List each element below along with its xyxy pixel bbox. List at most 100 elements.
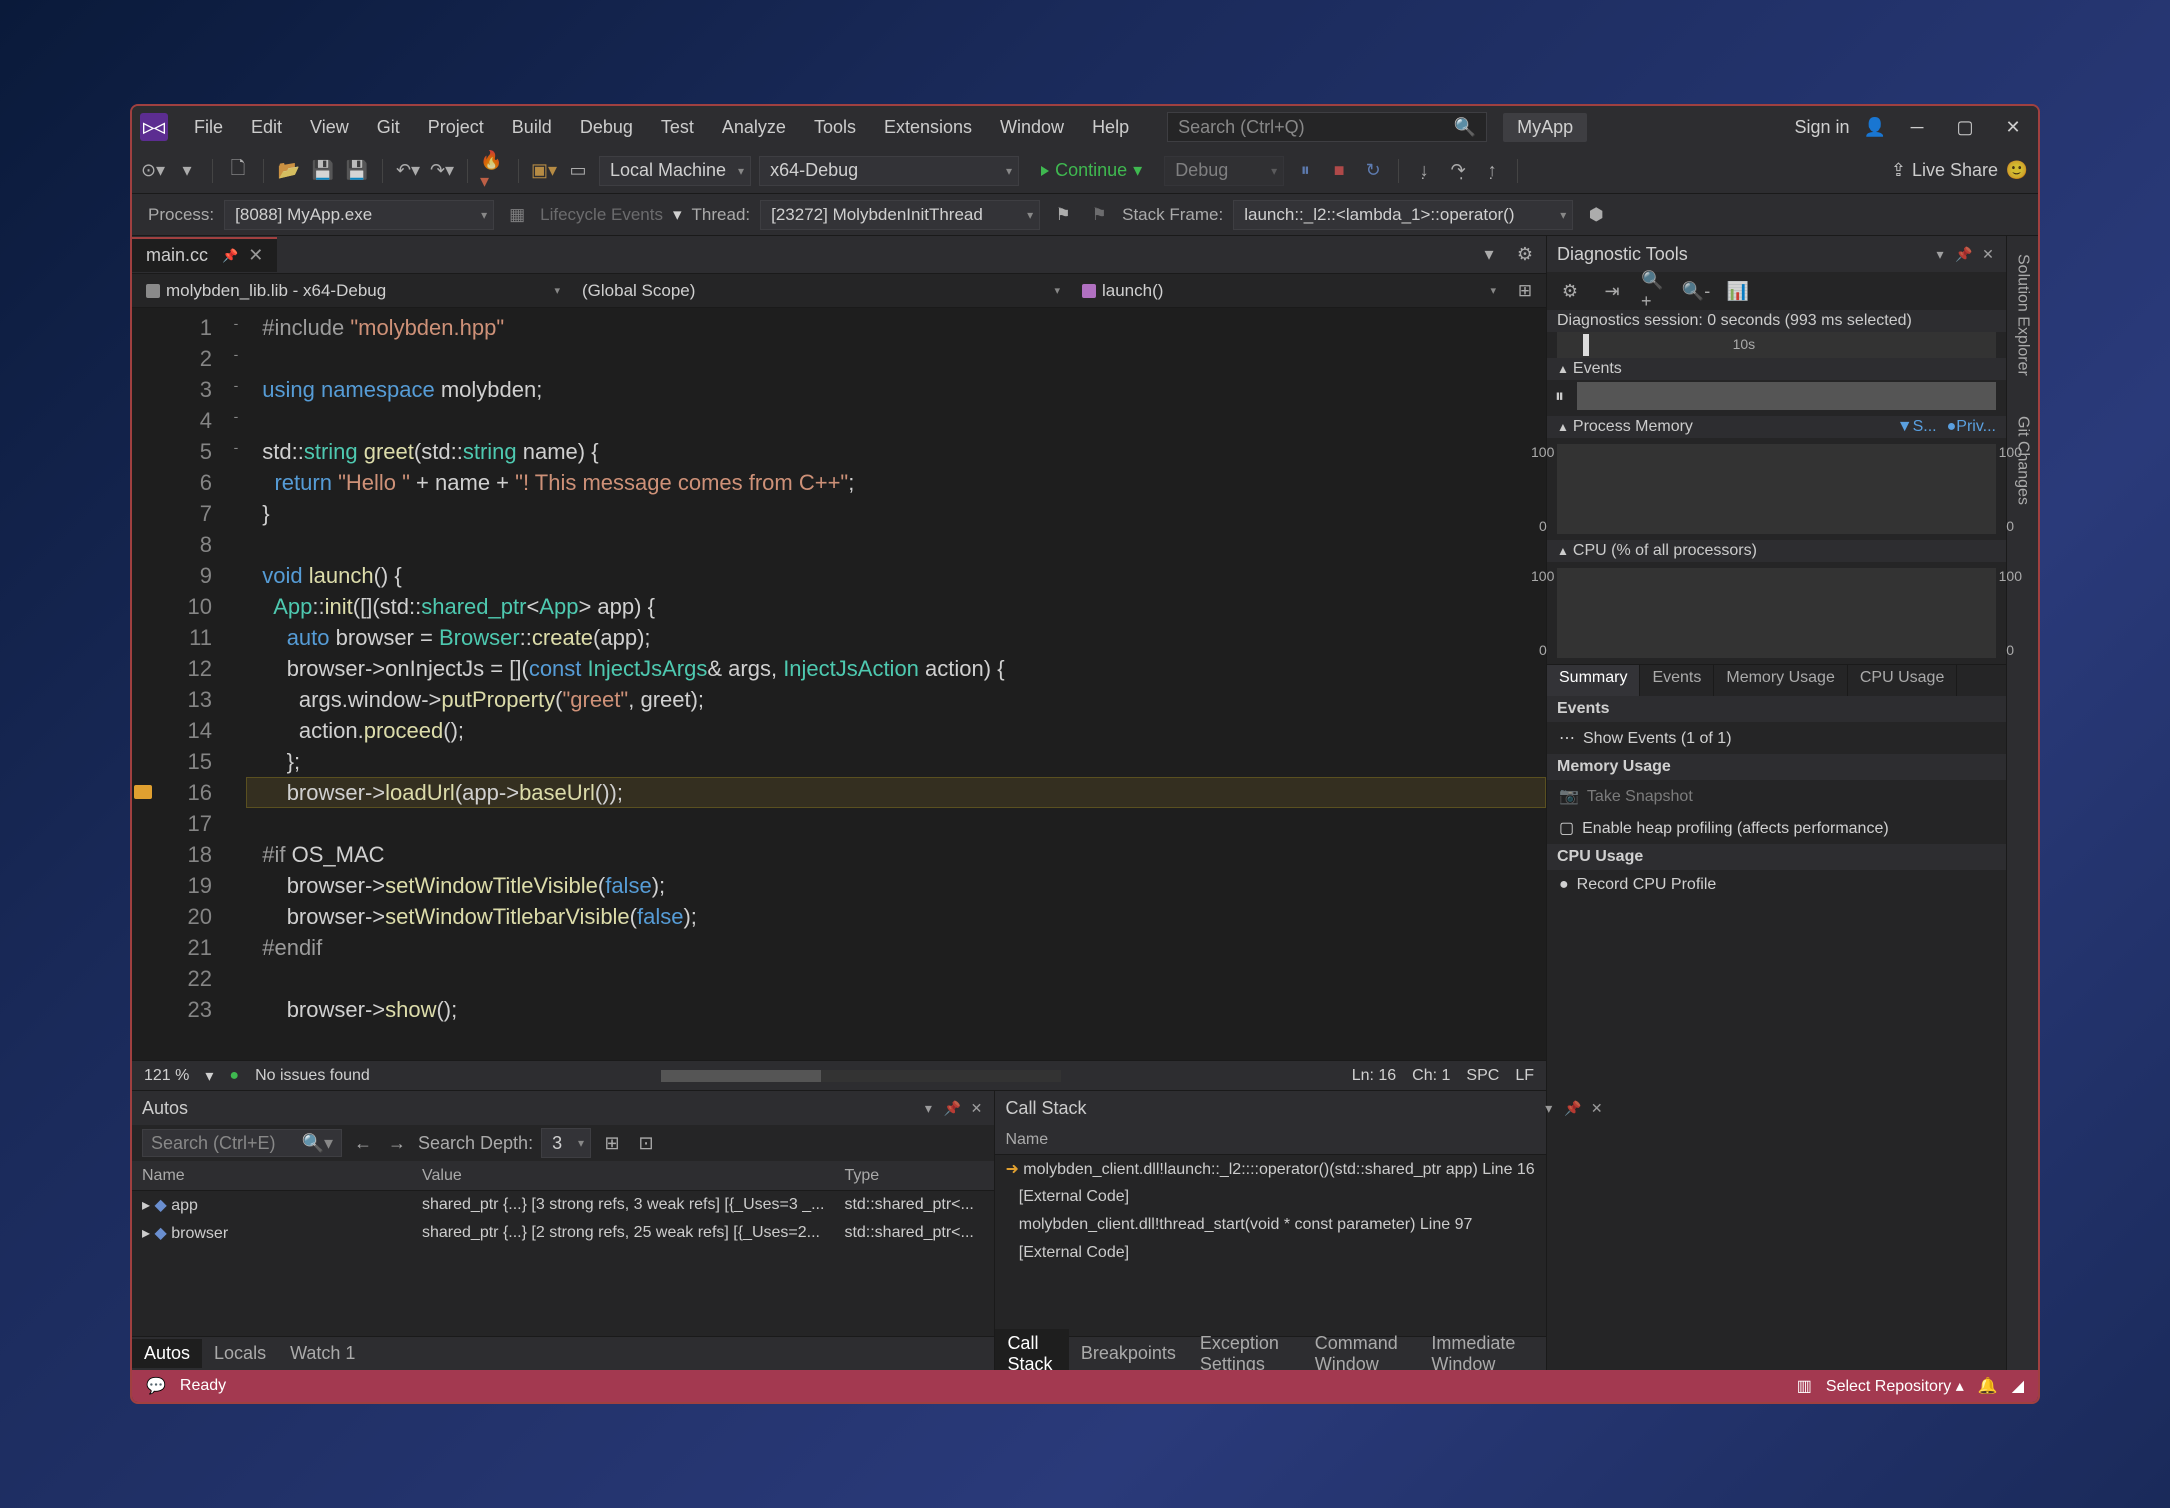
diag-tab-memory-usage[interactable]: Memory Usage bbox=[1714, 665, 1847, 696]
diag-tab-summary[interactable]: Summary bbox=[1547, 665, 1640, 696]
show-events-link[interactable]: ⋯Show Events (1 of 1) bbox=[1547, 722, 2006, 754]
step-over-button[interactable]: ↷̣ bbox=[1445, 158, 1471, 184]
callstack-row[interactable]: [External Code] bbox=[995, 1239, 1614, 1267]
callstack-row[interactable]: [External Code] bbox=[995, 1183, 1614, 1211]
config-combo[interactable]: x64-Debug bbox=[759, 156, 1019, 186]
callstack-row[interactable]: molybden_client.dll!thread_start(void * … bbox=[995, 1211, 1614, 1239]
launch-target-combo[interactable]: Local Machine bbox=[599, 156, 751, 186]
live-share-button[interactable]: Live Share bbox=[1912, 160, 1998, 181]
stop-button[interactable]: ■ bbox=[1326, 158, 1352, 184]
diag-events-label[interactable]: Events bbox=[1573, 360, 1622, 378]
lifecycle-icon[interactable]: ▦ bbox=[504, 202, 530, 228]
menu-tools[interactable]: Tools bbox=[800, 111, 870, 144]
record-cpu-button[interactable]: ●Record CPU Profile bbox=[1547, 870, 2006, 900]
diag-zoom-out-icon[interactable]: 🔍- bbox=[1683, 278, 1709, 304]
user-icon[interactable]: 👤 bbox=[1864, 117, 1886, 138]
panel-dropdown-icon[interactable]: ▾ bbox=[1932, 246, 1948, 262]
bottom-tab-breakpoints[interactable]: Breakpoints bbox=[1069, 1339, 1188, 1368]
split-editor-icon[interactable]: ⊞ bbox=[1512, 278, 1538, 304]
take-snapshot-button[interactable]: 📷Take Snapshot bbox=[1547, 780, 2006, 812]
nav-back-button[interactable]: ⊙▾ bbox=[140, 158, 166, 184]
function-context-combo[interactable]: launch() bbox=[1076, 281, 1496, 301]
autos-tab-autos[interactable]: Autos bbox=[132, 1339, 202, 1368]
autos-row[interactable]: ▸ ◆ browsershared_ptr {...} [2 strong re… bbox=[132, 1219, 994, 1247]
code-editor[interactable]: 1234567891011121314151617181920212223 --… bbox=[132, 308, 1546, 1060]
pin-icon[interactable]: 📌 bbox=[222, 248, 238, 264]
feedback-icon[interactable]: 🙂 bbox=[2004, 158, 2030, 184]
search-input[interactable]: Search (Ctrl+Q) 🔍 bbox=[1167, 112, 1487, 142]
sign-in-link[interactable]: Sign in bbox=[1795, 117, 1850, 138]
menu-test[interactable]: Test bbox=[647, 111, 708, 144]
close-button[interactable]: ✕ bbox=[1996, 110, 2030, 144]
menu-extensions[interactable]: Extensions bbox=[870, 111, 986, 144]
menu-file[interactable]: File bbox=[180, 111, 237, 144]
nav-fwd-button[interactable]: ▾ bbox=[174, 158, 200, 184]
zoom-level[interactable]: 121 % bbox=[144, 1067, 189, 1085]
menu-window[interactable]: Window bbox=[986, 111, 1078, 144]
diag-tab-events[interactable]: Events bbox=[1640, 665, 1714, 696]
save-button[interactable]: 💾 bbox=[310, 158, 336, 184]
menu-view[interactable]: View bbox=[296, 111, 363, 144]
hot-reload-icon[interactable]: 🔥▾ bbox=[480, 158, 506, 184]
step-into-button[interactable]: ↓̣ bbox=[1411, 158, 1437, 184]
menu-git[interactable]: Git bbox=[363, 111, 414, 144]
thread-combo[interactable]: [23272] MolybdenInitThread bbox=[760, 200, 1040, 230]
save-all-button[interactable]: 💾 bbox=[344, 158, 370, 184]
tab-close-icon[interactable]: ✕ bbox=[248, 245, 263, 266]
autos-tab-watch-1[interactable]: Watch 1 bbox=[278, 1339, 367, 1368]
debug-mode-combo[interactable]: Debug bbox=[1164, 156, 1284, 186]
autos-row[interactable]: ▸ ◆ appshared_ptr {...} [3 strong refs, … bbox=[132, 1191, 994, 1219]
diag-select-tools-icon[interactable]: ⇥ bbox=[1599, 278, 1625, 304]
step-out-button[interactable]: ↑̣ bbox=[1479, 158, 1505, 184]
diag-cpu-chart[interactable]: 100100 00 bbox=[1557, 568, 1996, 658]
search-fwd-icon[interactable]: → bbox=[384, 1130, 410, 1156]
menu-debug[interactable]: Debug bbox=[566, 111, 647, 144]
diag-timeline[interactable]: 10s bbox=[1557, 332, 1996, 358]
panel-dropdown-icon[interactable]: ▾ bbox=[920, 1100, 936, 1116]
diag-memory-label[interactable]: Process Memory bbox=[1573, 418, 1693, 436]
process-combo[interactable]: [8088] MyApp.exe bbox=[224, 200, 494, 230]
flag-icon[interactable]: ⚑ bbox=[1050, 202, 1076, 228]
feedback-icon[interactable]: 💬 bbox=[146, 1376, 166, 1396]
tab-main-cc[interactable]: main.cc 📌 ✕ bbox=[132, 237, 277, 272]
open-folder-icon[interactable]: 📂 bbox=[276, 158, 302, 184]
breakpoint-indicator-icon[interactable] bbox=[134, 785, 152, 799]
line-indicator[interactable]: Ln: 16 bbox=[1352, 1067, 1396, 1085]
diag-events-track[interactable]: ⏸ bbox=[1577, 382, 1996, 410]
solution-explorer-tab[interactable]: Solution Explorer bbox=[2010, 244, 2036, 386]
window-layout-icon[interactable]: ▭ bbox=[565, 158, 591, 184]
panel-pin-icon[interactable]: 📌 bbox=[1956, 246, 1972, 262]
indent-indicator[interactable]: SPC bbox=[1466, 1067, 1499, 1085]
continue-button[interactable]: Continue▾ bbox=[1027, 156, 1156, 186]
flag-next-icon[interactable]: ⚑ bbox=[1086, 202, 1112, 228]
minimize-button[interactable]: ─ bbox=[1900, 110, 1934, 144]
scope-context-combo[interactable]: (Global Scope) bbox=[576, 281, 1060, 301]
panel-close-icon[interactable]: ✕ bbox=[1589, 1100, 1605, 1116]
menu-build[interactable]: Build bbox=[498, 111, 566, 144]
search-back-icon[interactable]: ← bbox=[350, 1130, 376, 1156]
col-indicator[interactable]: Ch: 1 bbox=[1412, 1067, 1450, 1085]
git-changes-tab[interactable]: Git Changes bbox=[2010, 406, 2036, 515]
select-repository-button[interactable]: Select Repository ▴ bbox=[1826, 1376, 1964, 1396]
callstack-row[interactable]: ➜ molybden_client.dll!launch::_l2::::ope… bbox=[995, 1155, 1614, 1183]
menu-analyze[interactable]: Analyze bbox=[708, 111, 800, 144]
diag-zoom-in-icon[interactable]: 🔍+ bbox=[1641, 278, 1667, 304]
diag-settings-icon[interactable]: ⚙ bbox=[1557, 278, 1583, 304]
diag-reset-icon[interactable]: 📊 bbox=[1725, 278, 1751, 304]
switch-view-icon[interactable]: ▣▾ bbox=[531, 158, 557, 184]
status-extra-icon[interactable]: ◢ bbox=[2012, 1376, 2024, 1396]
maximize-button[interactable]: ▢ bbox=[1948, 110, 1982, 144]
autos-tool2-icon[interactable]: ⊡ bbox=[633, 1130, 659, 1156]
pause-button[interactable]: ⏸ bbox=[1292, 158, 1318, 184]
menu-help[interactable]: Help bbox=[1078, 111, 1143, 144]
heap-profiling-toggle[interactable]: ▢Enable heap profiling (affects performa… bbox=[1547, 812, 2006, 844]
notifications-icon[interactable]: 🔔 bbox=[1978, 1376, 1998, 1396]
diag-cpu-label[interactable]: CPU (% of all processors) bbox=[1573, 542, 1757, 560]
panel-pin-icon[interactable]: 📌 bbox=[944, 1100, 960, 1116]
panel-close-icon[interactable]: ✕ bbox=[1980, 246, 1996, 262]
autos-tool1-icon[interactable]: ⊞ bbox=[599, 1130, 625, 1156]
h-scrollbar[interactable] bbox=[661, 1070, 821, 1082]
eol-indicator[interactable]: LF bbox=[1515, 1067, 1534, 1085]
autos-tab-locals[interactable]: Locals bbox=[202, 1339, 278, 1368]
autos-search-input[interactable]: Search (Ctrl+E)🔍▾ bbox=[142, 1129, 342, 1157]
